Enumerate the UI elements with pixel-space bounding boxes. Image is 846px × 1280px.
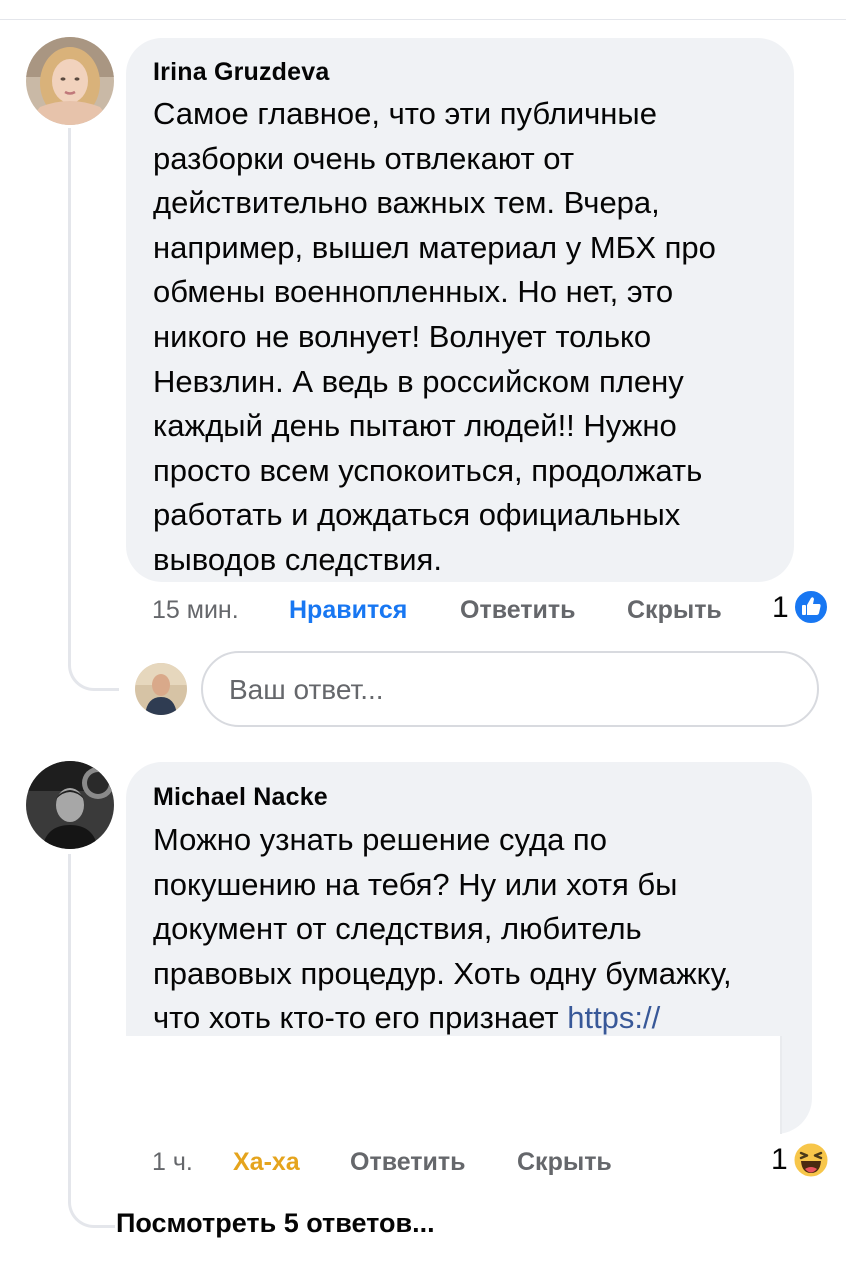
current-user-avatar[interactable] bbox=[135, 663, 187, 715]
comment-time[interactable]: 1 ч. bbox=[152, 1148, 193, 1177]
avatar-irina[interactable] bbox=[26, 37, 114, 125]
haha-reaction-button[interactable]: Ха-ха bbox=[233, 1148, 300, 1177]
comment-text-line: Самое главное, что эти публичные bbox=[153, 96, 657, 131]
comment-author[interactable]: Irina Gruzdeva bbox=[153, 58, 329, 87]
comment-text: Можно узнать решение суда по покушению н… bbox=[153, 818, 732, 1041]
comment-text-line: Можно узнать решение суда по bbox=[153, 822, 607, 857]
like-button[interactable]: Нравится bbox=[289, 596, 407, 625]
comment-text: Самое главное, что эти публичные разборк… bbox=[153, 92, 716, 583]
hide-button[interactable]: Скрыть bbox=[517, 1148, 612, 1177]
profile-photo-icon bbox=[26, 37, 114, 125]
comment-text-fragment: что хоть кто-то его признает bbox=[153, 1000, 568, 1036]
comment-link[interactable]: https:// bbox=[567, 1000, 660, 1035]
comment-text-line: например, вышел материал у МБХ про bbox=[153, 229, 716, 265]
reaction-count[interactable]: 1 bbox=[772, 591, 789, 625]
divider bbox=[0, 19, 846, 20]
haha-emoji-icon[interactable] bbox=[792, 1141, 830, 1179]
profile-photo-icon bbox=[135, 663, 187, 715]
comment-author[interactable]: Michael Nacke bbox=[153, 783, 328, 812]
reply-button[interactable]: Ответить bbox=[350, 1148, 466, 1177]
comment-text-line: Невзлин. А ведь в российском плену bbox=[153, 363, 684, 399]
view-replies-link[interactable]: Посмотреть 5 ответов... bbox=[116, 1208, 435, 1239]
comment-text-line: никого не волнует! Волнует только bbox=[153, 318, 652, 354]
comment-text-line: выводов следствия. bbox=[153, 541, 442, 577]
reply-input[interactable]: Ваш ответ... bbox=[201, 651, 819, 727]
comment-text-line: разборки очень отвлекают от bbox=[153, 140, 575, 176]
comment-text-line: действительно важных тем. Вчера, bbox=[153, 185, 660, 221]
profile-photo-icon bbox=[26, 761, 114, 849]
comment-text-line: что хоть кто-то его признает https:// bbox=[153, 996, 732, 1041]
link-preview-area[interactable] bbox=[126, 1036, 782, 1134]
comment-text-line: покушению на тебя? Ну или хотя бы bbox=[153, 866, 678, 902]
reaction-count[interactable]: 1 bbox=[771, 1143, 788, 1177]
thread-line bbox=[68, 128, 119, 691]
comment-text-line: документ от следствия, любитель bbox=[153, 911, 642, 947]
hide-button[interactable]: Скрыть bbox=[627, 596, 722, 625]
like-icon[interactable] bbox=[793, 589, 829, 625]
comment-thread: Irina Gruzdeva Самое главное, что эти пу… bbox=[0, 0, 846, 1280]
comment-text-line: обмены военнопленных. Но нет, это bbox=[153, 274, 674, 310]
thread-line bbox=[68, 854, 115, 1228]
comment-text-line: каждый день пытают людей!! Нужно bbox=[153, 408, 677, 444]
comment-text-line: работать и дождаться официальных bbox=[153, 497, 681, 533]
comment-time[interactable]: 15 мин. bbox=[152, 596, 239, 625]
comment-text-line: просто всем успокоиться, продолжать bbox=[153, 452, 703, 488]
reply-button[interactable]: Ответить bbox=[460, 596, 576, 625]
comment-text-line: правовых процедур. Хоть одну бумажку, bbox=[153, 955, 732, 991]
reply-placeholder: Ваш ответ... bbox=[229, 674, 384, 705]
avatar-michael[interactable] bbox=[26, 761, 114, 849]
